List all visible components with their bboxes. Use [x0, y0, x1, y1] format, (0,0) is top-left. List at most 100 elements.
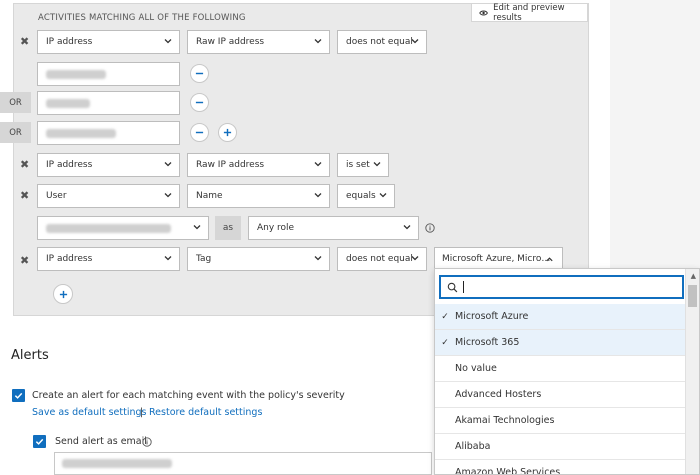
subfield-select-1[interactable]: Raw IP address — [187, 30, 330, 54]
or-badge-1: OR — [0, 92, 31, 113]
subfield-select-2[interactable]: Raw IP address — [187, 153, 330, 177]
alerts-heading: Alerts — [11, 348, 49, 363]
field-select-1-value: IP address — [46, 37, 93, 47]
operator-select-3-value: equals — [346, 191, 376, 201]
ip-value-input-2[interactable] — [37, 91, 180, 115]
operator-select-1[interactable]: does not equal — [337, 30, 427, 54]
dropdown-option-label: Amazon Web Services — [455, 467, 561, 475]
role-select-value: Any role — [257, 223, 295, 233]
link-separator: | — [140, 407, 144, 418]
operator-select-3[interactable]: equals — [337, 184, 395, 208]
dropdown-option-label: Advanced Hosters — [455, 389, 542, 400]
scroll-up-arrow-icon[interactable]: ▲ — [691, 272, 696, 280]
add-value-button[interactable] — [218, 123, 237, 142]
subfield-select-3[interactable]: Name — [187, 184, 330, 208]
minus-icon — [195, 72, 204, 75]
dropdown-option-label: Alibaba — [455, 441, 491, 452]
chevron-down-icon — [411, 39, 419, 44]
user-name-select[interactable] — [37, 216, 209, 240]
send-email-checkbox[interactable] — [33, 435, 46, 448]
subfield-select-2-value: Raw IP address — [196, 160, 265, 170]
info-icon[interactable] — [142, 437, 152, 447]
chevron-down-icon — [314, 256, 322, 261]
email-recipients-input[interactable] — [54, 452, 432, 475]
plus-icon — [59, 290, 67, 298]
tag-dropdown-menu: ✓ Microsoft Azure ✓ Microsoft 365 No val… — [434, 268, 700, 475]
dropdown-option[interactable]: Amazon Web Services — [435, 460, 686, 475]
dropdown-option-label: Akamai Technologies — [455, 415, 555, 426]
redacted-value — [46, 128, 116, 138]
dropdown-option[interactable]: No value — [435, 356, 686, 382]
tag-value-select-value: Microsoft Azure, Micro… — [442, 254, 551, 264]
checkmark-icon: ✓ — [441, 311, 449, 322]
create-alert-label: Create an alert for each matching event … — [32, 390, 345, 401]
add-filter-button[interactable] — [53, 284, 73, 304]
operator-select-1-value: does not equal — [346, 37, 413, 47]
redacted-value — [62, 459, 172, 468]
field-select-3-value: User — [46, 191, 67, 201]
minus-icon — [195, 101, 204, 104]
dropdown-scrollbar[interactable]: ▲ — [685, 269, 699, 474]
plus-icon — [223, 128, 232, 137]
create-alert-checkbox[interactable] — [12, 389, 25, 402]
operator-select-4-value: does not equal — [346, 254, 413, 264]
subfield-select-4[interactable]: Tag — [187, 247, 330, 271]
as-label: as — [215, 216, 241, 240]
chevron-down-icon — [164, 39, 172, 44]
chevron-down-icon — [314, 162, 322, 167]
remove-row-3-icon[interactable]: ✖ — [20, 189, 29, 202]
edit-preview-label: Edit and preview results — [493, 2, 565, 23]
field-select-1[interactable]: IP address — [37, 30, 180, 54]
chevron-down-icon — [314, 193, 322, 198]
chevron-up-icon — [546, 257, 553, 262]
save-default-link[interactable]: Save as default settings — [32, 407, 146, 418]
eye-icon — [479, 10, 488, 15]
text-caret — [463, 281, 464, 293]
chevron-down-icon — [379, 193, 387, 198]
remove-row-2-icon[interactable]: ✖ — [20, 158, 29, 171]
chevron-down-icon — [164, 193, 172, 198]
role-select[interactable]: Any role — [248, 216, 419, 240]
chevron-down-icon — [164, 256, 172, 261]
chevron-down-icon — [403, 225, 411, 230]
redacted-value — [46, 223, 171, 233]
remove-value-button-2[interactable] — [190, 93, 209, 112]
remove-value-button-1[interactable] — [190, 64, 209, 83]
remove-row-1-icon[interactable]: ✖ — [20, 35, 29, 48]
send-email-label: Send alert as email — [55, 436, 147, 447]
field-select-2-value: IP address — [46, 160, 93, 170]
remove-value-button-3[interactable] — [190, 123, 209, 142]
field-select-2[interactable]: IP address — [37, 153, 180, 177]
checkmark-icon — [14, 392, 23, 399]
field-select-4[interactable]: IP address — [37, 247, 180, 271]
operator-select-2-value: is set — [346, 160, 370, 170]
edit-preview-button[interactable]: Edit and preview results — [471, 2, 588, 23]
checkmark-icon: ✓ — [441, 337, 449, 348]
chevron-down-icon — [164, 162, 172, 167]
dropdown-option[interactable]: ✓ Microsoft 365 — [435, 330, 686, 356]
info-icon[interactable] — [425, 223, 435, 233]
or-badge-2: OR — [0, 122, 31, 143]
chevron-down-icon — [373, 162, 381, 167]
field-select-3[interactable]: User — [37, 184, 180, 208]
minus-icon — [195, 131, 204, 134]
dropdown-option[interactable]: ✓ Microsoft Azure — [435, 304, 686, 330]
dropdown-option[interactable]: Akamai Technologies — [435, 408, 686, 434]
dropdown-option[interactable]: Advanced Hosters — [435, 382, 686, 408]
redacted-value — [46, 69, 106, 79]
checkmark-icon — [35, 438, 44, 445]
remove-row-4-icon[interactable]: ✖ — [20, 254, 29, 267]
field-select-4-value: IP address — [46, 254, 93, 264]
dropdown-search-input[interactable] — [439, 275, 684, 299]
subfield-select-4-value: Tag — [196, 254, 212, 264]
dropdown-option[interactable]: Alibaba — [435, 434, 686, 460]
operator-select-2[interactable]: is set — [337, 153, 389, 177]
dropdown-option-label: No value — [455, 363, 497, 374]
search-icon — [447, 282, 458, 292]
restore-default-link[interactable]: Restore default settings — [149, 407, 262, 418]
operator-select-4[interactable]: does not equal — [337, 247, 427, 271]
ip-value-input-1[interactable] — [37, 62, 180, 86]
dropdown-option-label: Microsoft 365 — [455, 337, 520, 348]
ip-value-input-3[interactable] — [37, 121, 180, 145]
scrollbar-thumb[interactable] — [688, 285, 697, 307]
